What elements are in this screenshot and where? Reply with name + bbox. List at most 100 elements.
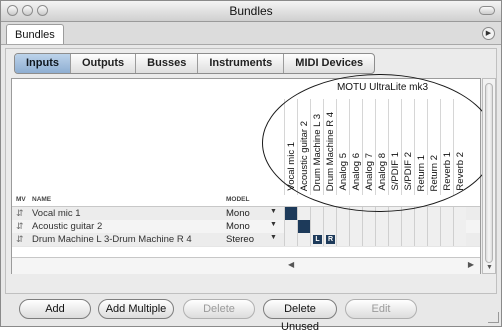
segment-midi-devices[interactable]: MIDI Devices [284, 54, 374, 73]
scroll-left-icon[interactable]: ◀ [288, 260, 294, 269]
reorder-handle-icon[interactable]: ⇵ [16, 220, 24, 232]
segment-busses[interactable]: Busses [136, 54, 199, 73]
routing-cell[interactable] [375, 207, 388, 220]
tab-menu-icon[interactable]: ▶ [482, 27, 495, 40]
model-dropdown-icon[interactable]: ▼ [270, 234, 277, 241]
bundle-name[interactable]: Drum Machine L 3-Drum Machine R 4 [32, 233, 192, 246]
model-dropdown-icon[interactable]: ▼ [270, 221, 277, 228]
routing-cell[interactable] [440, 233, 453, 246]
routing-cell[interactable] [401, 233, 414, 246]
title-bar[interactable]: Bundles [1, 1, 501, 22]
routing-cell[interactable] [414, 233, 427, 246]
edit-button[interactable]: Edit [345, 299, 417, 319]
reorder-handle-icon[interactable]: ⇵ [16, 233, 24, 245]
column-header: MV NAME MODEL [12, 195, 480, 207]
channel-assignment-marker: L [313, 235, 322, 244]
delete-unused-button[interactable]: Delete Unused [263, 299, 337, 333]
routing-cell[interactable] [453, 207, 466, 220]
vertical-scrollbar[interactable]: ▼ [482, 78, 496, 274]
routing-cell[interactable] [414, 220, 427, 233]
segment-outputs[interactable]: Outputs [71, 54, 137, 73]
routing-cell[interactable] [401, 207, 414, 220]
routing-cell[interactable] [375, 233, 388, 246]
routing-cell[interactable]: L [310, 233, 323, 246]
routing-cell[interactable] [453, 233, 466, 246]
channel-assignment-marker: R [326, 235, 335, 244]
routing-cell[interactable]: R [323, 233, 336, 246]
routing-cell[interactable] [336, 233, 349, 246]
reorder-handle-icon[interactable]: ⇵ [16, 207, 24, 219]
routing-cell[interactable] [284, 233, 297, 246]
routing-cell[interactable] [401, 220, 414, 233]
routing-cell[interactable] [349, 220, 362, 233]
bundle-name[interactable]: Acoustic guitar 2 [32, 220, 102, 233]
channel-column-header: S/PDIF 2 [401, 99, 414, 195]
add-button[interactable]: Add [19, 299, 91, 319]
channel-column-header: S/PDIF 1 [388, 99, 401, 195]
channel-column-header: Analog 6 [349, 99, 362, 195]
vertical-scroll-thumb[interactable] [485, 83, 493, 263]
routing-cell[interactable] [362, 233, 375, 246]
channel-column-header: Analog 8 [375, 99, 388, 195]
routing-cell[interactable] [349, 233, 362, 246]
horizontal-scrollbar[interactable]: ◀ ▶ [12, 257, 480, 274]
routing-cell[interactable] [362, 207, 375, 220]
routing-cell[interactable] [297, 207, 310, 220]
tab-bundles[interactable]: Bundles [6, 24, 64, 44]
routing-cell[interactable] [284, 220, 297, 233]
routing-cell[interactable] [323, 220, 336, 233]
channel-column-header: Reverb 2 [453, 99, 466, 195]
bundles-content: Inputs Outputs Busses Instruments MIDI D… [5, 48, 497, 294]
toolbar-toggle-button[interactable] [479, 6, 495, 15]
routing-cell[interactable] [453, 220, 466, 233]
delete-button[interactable]: Delete [183, 299, 255, 319]
routing-cell[interactable] [297, 220, 310, 233]
routing-cell[interactable] [388, 207, 401, 220]
table-row[interactable]: ⇵ Vocal mic 1 Mono ▼ [12, 207, 480, 221]
routing-cells [284, 220, 466, 233]
channel-label: S/PDIF 1 [390, 152, 401, 191]
routing-cell[interactable] [388, 220, 401, 233]
routing-cell[interactable] [284, 207, 297, 220]
channel-column-header: Vocal mic 1 [284, 99, 297, 195]
column-model[interactable]: MODEL [226, 196, 249, 203]
table-row[interactable]: ⇵ Drum Machine L 3-Drum Machine R 4 Stereo… [12, 233, 480, 247]
channel-column-header: Analog 7 [362, 99, 375, 195]
routing-cell[interactable] [388, 233, 401, 246]
routing-cell[interactable] [427, 233, 440, 246]
table-row[interactable]: ⇵ Acoustic guitar 2 Mono ▼ [12, 220, 480, 234]
routing-cell[interactable] [349, 207, 362, 220]
column-name[interactable]: NAME [32, 196, 51, 203]
routing-cell[interactable] [414, 207, 427, 220]
routing-cell[interactable] [336, 220, 349, 233]
action-button-bar: Add Add Multiple Delete Delete Unused Ed… [1, 297, 501, 333]
add-multiple-button[interactable]: Add Multiple [98, 299, 174, 319]
bundle-model[interactable]: Mono [226, 220, 250, 233]
bundle-model[interactable]: Mono [226, 207, 250, 220]
model-dropdown-icon[interactable]: ▼ [270, 208, 277, 215]
resize-grip-icon[interactable] [488, 312, 499, 323]
scroll-down-icon[interactable]: ▼ [486, 264, 493, 271]
routing-cell[interactable] [440, 220, 453, 233]
scroll-right-icon[interactable]: ▶ [468, 260, 474, 269]
segment-inputs[interactable]: Inputs [15, 54, 71, 73]
column-mv[interactable]: MV [16, 196, 26, 203]
bundle-model[interactable]: Stereo [226, 233, 254, 246]
routing-cell[interactable] [310, 207, 323, 220]
channel-label: Analog 6 [351, 153, 362, 191]
segment-instruments[interactable]: Instruments [198, 54, 285, 73]
routing-cell[interactable] [440, 207, 453, 220]
channel-column-header: Reverb 1 [440, 99, 453, 195]
channel-label: Analog 7 [364, 153, 375, 191]
routing-cell[interactable] [336, 207, 349, 220]
routing-cell[interactable] [297, 233, 310, 246]
routing-cell[interactable] [427, 220, 440, 233]
routing-cell[interactable] [310, 220, 323, 233]
bundle-name[interactable]: Vocal mic 1 [32, 207, 81, 220]
routing-cells: LR [284, 233, 466, 246]
channel-label: Return 2 [429, 154, 440, 191]
routing-cell[interactable] [427, 207, 440, 220]
routing-cell[interactable] [362, 220, 375, 233]
routing-cell[interactable] [323, 207, 336, 220]
routing-cell[interactable] [375, 220, 388, 233]
